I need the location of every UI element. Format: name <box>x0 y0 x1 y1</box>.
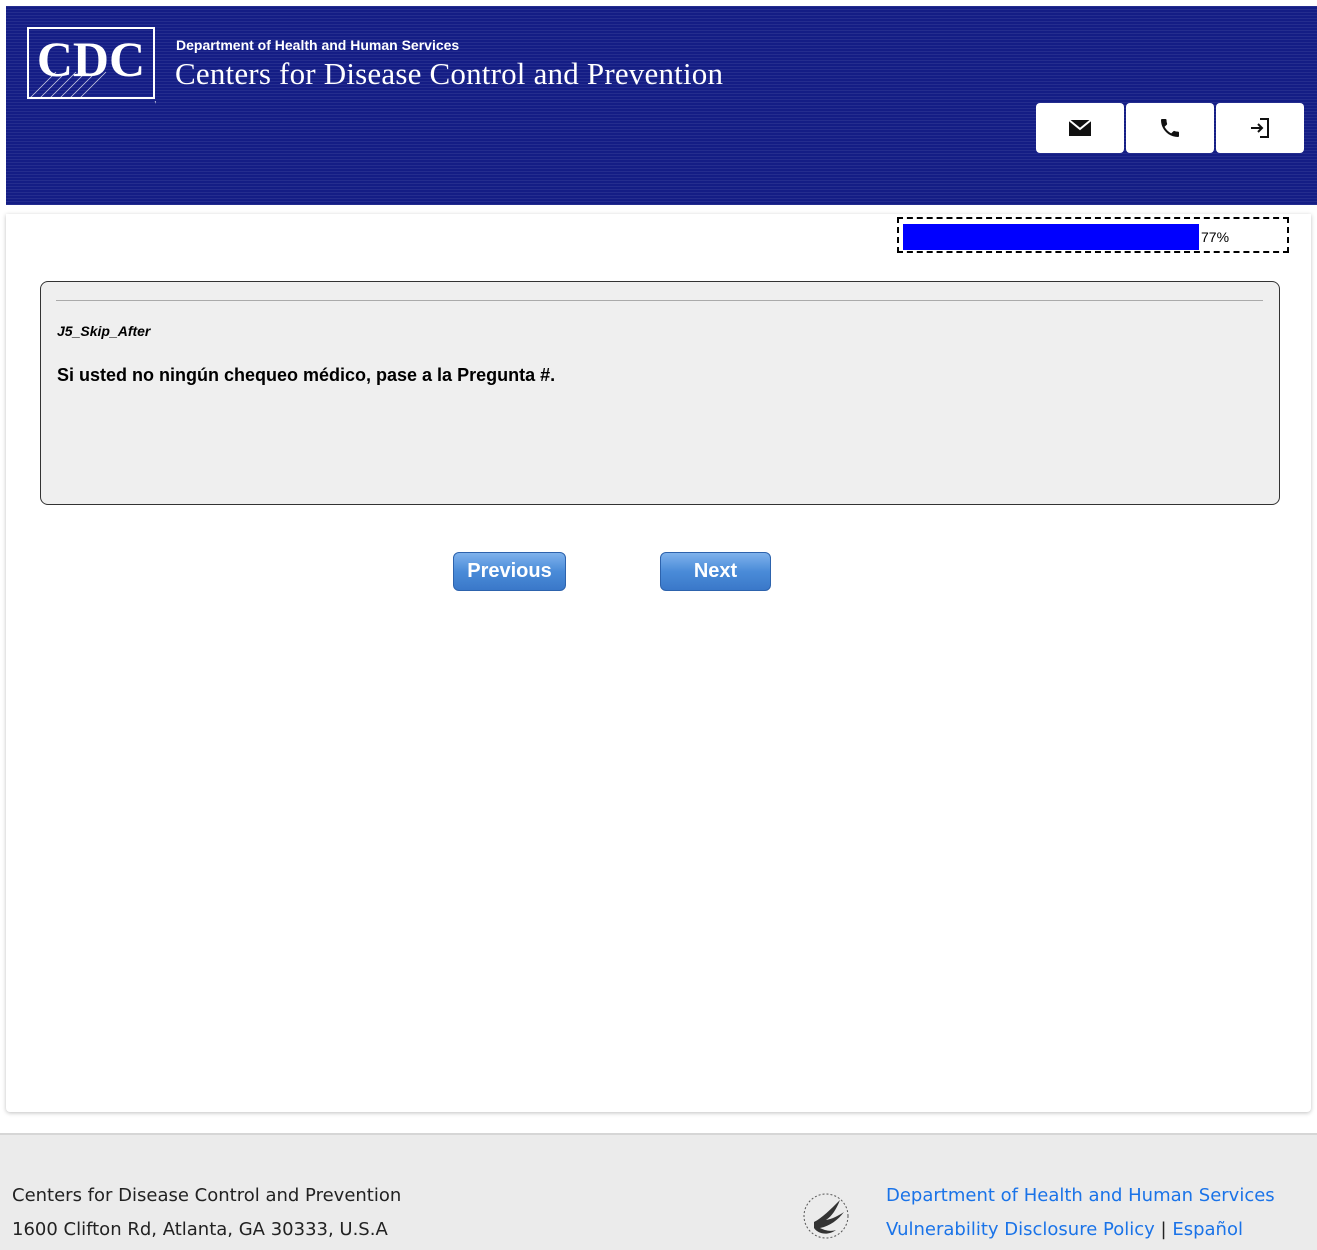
progress-label: 77% <box>1201 229 1230 245</box>
espanol-link[interactable]: Español <box>1172 1219 1243 1240</box>
mail-icon <box>1068 119 1092 136</box>
next-button[interactable]: Next <box>660 552 771 591</box>
department-name: Department of Health and Human Services <box>176 37 460 53</box>
phone-icon <box>1161 119 1179 137</box>
previous-button[interactable]: Previous <box>453 552 566 591</box>
email-button[interactable] <box>1036 103 1124 153</box>
hhs-link[interactable]: Department of Health and Human Services <box>886 1185 1275 1206</box>
site-footer: Centers for Disease Control and Preventi… <box>0 1133 1317 1250</box>
logo-text: CDC <box>37 31 145 87</box>
question-text: Si usted no ningún chequeo médico, pase … <box>57 365 556 385</box>
progress-fill <box>903 224 1199 250</box>
footer-org-name: Centers for Disease Control and Preventi… <box>12 1185 402 1206</box>
vulnerability-disclosure-link[interactable]: Vulnerability Disclosure Policy <box>886 1219 1155 1240</box>
cdc-logo[interactable]: CDC ™ <box>26 26 156 106</box>
sign-out-button[interactable] <box>1216 103 1304 153</box>
progress-bar: 77% <box>897 217 1289 253</box>
link-separator: | <box>1160 1219 1167 1240</box>
hhs-eagle-icon <box>803 1193 849 1239</box>
footer-address: 1600 Clifton Rd, Atlanta, GA 30333, U.S.… <box>12 1219 388 1240</box>
divider <box>56 300 1263 301</box>
phone-button[interactable] <box>1126 103 1214 153</box>
agency-name: Centers for Disease Control and Preventi… <box>175 56 724 91</box>
sign-out-icon <box>1251 118 1269 138</box>
footer-links-row: Vulnerability Disclosure Policy | Españo… <box>886 1219 1243 1240</box>
question-box: J5_Skip_After Si usted no ningún chequeo… <box>40 281 1280 505</box>
question-id: J5_Skip_After <box>57 323 151 339</box>
site-header: CDC ™ Department of Health and Human Ser… <box>6 6 1317 205</box>
svg-text:™: ™ <box>154 100 156 106</box>
